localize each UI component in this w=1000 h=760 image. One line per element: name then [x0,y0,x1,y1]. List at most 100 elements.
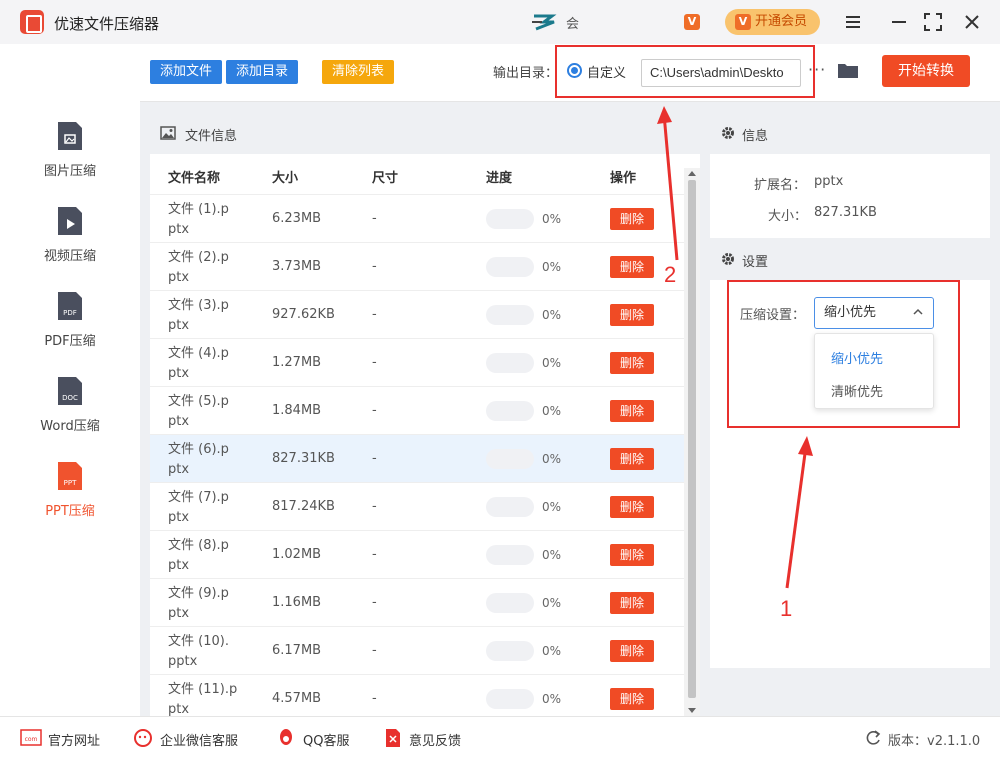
file-list-panel: 文件信息 文件名称 大小 尺寸 进度 操作 文件 (1).p ptx 6.23MB… [150,112,700,716]
app-title: 优速文件压缩器 [54,15,160,33]
start-convert-button[interactable]: 开始转换 [882,55,970,87]
file-name: 文件 (2).p ptx [168,250,229,285]
progress-percent: 0% [542,644,562,658]
table-row[interactable]: 文件 (2).p ptx 3.73MB - 0% 删除 [150,242,684,290]
size-label: 大小： [768,209,808,224]
file-dimension: - [372,547,377,562]
sidebar-item-label: 视频压缩 [43,249,96,264]
sidebar-item-ppt[interactable]: PPT PPT压缩 [0,460,140,540]
delete-button[interactable]: 删除 [610,592,654,614]
scroll-up-icon[interactable] [688,170,696,176]
add-directory-button[interactable]: 添加目录 [226,60,298,84]
column-header-dimension: 尺寸 [372,171,399,186]
feedback-link[interactable]: 意见反馈 [409,730,461,749]
image-icon [160,126,176,140]
delete-button[interactable]: 删除 [610,400,654,422]
website-icon[interactable]: com [20,728,42,748]
file-dimension: - [372,403,377,418]
pdf-file-icon: PDF [58,292,82,320]
file-dimension: - [372,211,377,226]
open-vip-button[interactable]: V 开通会员 [725,9,820,35]
vip-badge-icon: V [684,14,700,30]
file-dimension: - [372,595,377,610]
delete-button[interactable]: 删除 [610,448,654,470]
table-row[interactable]: 文件 (1).p ptx 6.23MB - 0% 删除 [150,194,684,242]
add-file-button[interactable]: 添加文件 [150,60,222,84]
file-panel-title: 文件信息 [185,129,238,144]
column-header-action: 操作 [610,171,637,186]
qq-service-link[interactable]: QQ客服 [303,730,349,749]
sidebar-item-word[interactable]: DOC Word压缩 [0,375,140,455]
file-name: 文件 (8).p ptx [168,538,229,573]
scroll-thumb[interactable] [688,180,696,698]
progress-bar [486,401,534,421]
settings-header: 设置 [710,238,990,280]
sidebar-item-pdf[interactable]: PDF PDF压缩 [0,290,140,370]
scroll-down-icon[interactable] [688,708,696,714]
doc-tag: DOC [62,394,78,402]
close-icon[interactable] [960,10,984,34]
progress-percent: 0% [542,404,562,418]
delete-button[interactable]: 删除 [610,640,654,662]
delete-button[interactable]: 删除 [610,256,654,278]
delete-button[interactable]: 删除 [610,352,654,374]
menu-icon[interactable] [841,10,865,34]
file-size: 927.62KB [272,307,335,322]
file-dimension: - [372,451,377,466]
progress-bar [486,209,534,229]
file-list-scrollbar[interactable] [684,168,700,716]
sidebar-item-video[interactable]: 视频压缩 [0,205,140,285]
table-row[interactable]: 文件 (5).p ptx 1.84MB - 0% 删除 [150,386,684,434]
refresh-icon[interactable] [864,728,882,748]
info-header: 信息 [710,112,990,154]
column-header-progress: 进度 [486,171,513,186]
extension-value: pptx [814,174,844,189]
website-com-tag: com [25,736,38,743]
table-row[interactable]: 文件 (9).p ptx 1.16MB - 0% 删除 [150,578,684,626]
website-link[interactable]: 官方网址 [48,730,100,749]
file-size: 6.17MB [272,643,322,658]
feedback-icon[interactable] [382,728,404,748]
maximize-icon[interactable] [921,10,945,34]
table-row-selected[interactable]: 文件 (6).p ptx 827.31KB - 0% 删除 [150,434,684,482]
file-size: 1.02MB [272,547,322,562]
progress-percent: 0% [542,596,562,610]
info-title: 信息 [742,129,769,144]
qq-icon[interactable] [275,728,297,748]
delete-button[interactable]: 删除 [610,544,654,566]
table-row[interactable]: 文件 (3).p ptx 927.62KB - 0% 删除 [150,290,684,338]
file-size: 827.31KB [272,451,335,466]
delete-button[interactable]: 删除 [610,688,654,710]
sidebar-item-image[interactable]: 图片压缩 [0,120,140,200]
user-name[interactable]: 会 [566,13,579,32]
progress-bar [486,353,534,373]
minimize-icon[interactable] [887,10,911,34]
progress-percent: 0% [542,452,562,466]
highlight-box-output [555,45,815,98]
file-dimension: - [372,643,377,658]
user-avatar-icon[interactable] [530,12,558,32]
table-row[interactable]: 文件 (8).p ptx 1.02MB - 0% 删除 [150,530,684,578]
table-row[interactable]: 文件 (10). pptx 6.17MB - 0% 删除 [150,626,684,674]
clear-list-button[interactable]: 清除列表 [322,60,394,84]
wechat-service-link[interactable]: 企业微信客服 [160,730,238,749]
delete-button[interactable]: 删除 [610,496,654,518]
folder-icon[interactable] [837,61,859,79]
file-name: 文件 (6).p ptx [168,442,229,477]
file-size: 1.16MB [272,595,322,610]
column-header-name: 文件名称 [168,171,221,186]
file-dimension: - [372,259,377,274]
progress-bar [486,257,534,277]
delete-button[interactable]: 删除 [610,208,654,230]
table-row[interactable]: 文件 (7).p ptx 817.24KB - 0% 删除 [150,482,684,530]
table-row[interactable]: 文件 (11).p ptx 4.57MB - 0% 删除 [150,674,684,716]
table-row[interactable]: 文件 (4).p ptx 1.27MB - 0% 删除 [150,338,684,386]
delete-button[interactable]: 删除 [610,304,654,326]
ppt-tag: PPT [64,479,77,487]
progress-percent: 0% [542,692,562,706]
extension-label: 扩展名： [754,178,807,193]
vip-crown-icon: V [735,14,751,30]
wechat-service-icon[interactable] [133,728,155,748]
pdf-tag: PDF [63,309,77,317]
app-logo-icon [20,10,44,34]
